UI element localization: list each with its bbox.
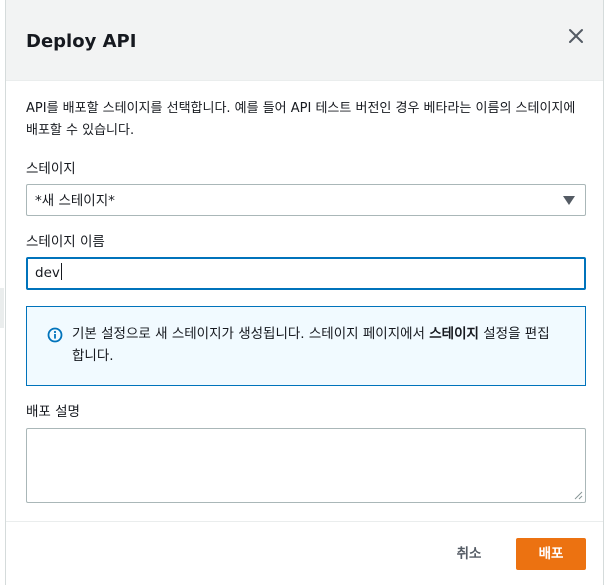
stage-name-value: dev [35, 265, 60, 281]
stage-select-value: *새 스테이지* [35, 193, 115, 209]
modal-title: Deploy API [26, 31, 137, 52]
deploy-description-textarea[interactable] [26, 428, 586, 503]
close-button[interactable] [564, 24, 588, 48]
deploy-description-label: 배포 설명 [26, 404, 80, 420]
info-text-before: 기본 설정으로 새 스테이지가 생성됩니다. 스테이지 페이지에서 [72, 326, 430, 342]
info-icon [47, 327, 63, 343]
deploy-button[interactable]: 배포 [516, 538, 586, 570]
info-text-bold: 스테이지 [429, 326, 479, 342]
stage-name-input[interactable]: dev [26, 257, 586, 290]
info-alert: 기본 설정으로 새 스테이지가 생성됩니다. 스테이지 페이지에서 스테이지 설… [26, 306, 586, 386]
info-message: 기본 설정으로 새 스테이지가 생성됩니다. 스테이지 페이지에서 스테이지 설… [72, 323, 562, 367]
close-icon [569, 29, 583, 43]
background-edge [0, 288, 4, 328]
resize-grip-icon[interactable] [574, 491, 583, 500]
modal-footer: 취소 배포 [6, 521, 603, 586]
cancel-button[interactable]: 취소 [441, 539, 497, 569]
text-cursor [60, 263, 62, 280]
stage-label: 스테이지 [26, 161, 76, 177]
stage-select[interactable]: *새 스테이지* [26, 184, 586, 216]
deploy-api-modal: Deploy API API를 배포할 스테이지를 선택합니다. 예를 들어 A… [5, 0, 604, 586]
caret-down-icon [563, 196, 575, 205]
stage-name-label: 스테이지 이름 [26, 234, 105, 250]
modal-description: API를 배포할 스테이지를 선택합니다. 예를 들어 API 테스트 버전인 … [26, 101, 576, 138]
modal-header: Deploy API [6, 0, 603, 81]
